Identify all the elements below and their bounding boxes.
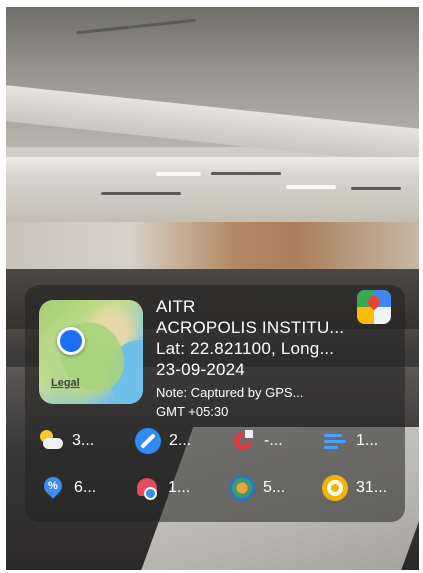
altitude-globe-icon — [229, 475, 255, 501]
wind-icon — [322, 428, 348, 454]
map-legal-link[interactable]: Legal — [51, 377, 80, 389]
google-maps-icon[interactable] — [357, 290, 391, 324]
ceiling-fan — [101, 192, 181, 195]
heart-rate-value: 1... — [168, 479, 191, 496]
target-icon — [322, 475, 348, 501]
humidity-value: 6... — [74, 479, 97, 496]
location-coordinates: Lat: 22.821100, Long... — [156, 339, 335, 358]
humidity-icon: % — [40, 473, 66, 501]
weather-cloud-sun-icon — [38, 428, 64, 454]
compass-value: 2... — [169, 432, 192, 449]
capture-date: 23-09-2024 — [156, 360, 245, 379]
magnetic-widget: -... — [230, 428, 283, 454]
heart-rate-icon — [134, 475, 160, 501]
accuracy-value: 31... — [356, 479, 388, 496]
accuracy-widget: 31... — [322, 475, 387, 501]
magnet-icon — [230, 428, 256, 454]
ceiling-fan — [211, 172, 281, 175]
capture-note: Note: Captured by GPS... — [156, 385, 304, 400]
altitude-widget: 5... — [229, 475, 285, 501]
compass-icon — [135, 428, 161, 454]
wind-value: 1... — [356, 432, 379, 449]
altitude-value: 5... — [263, 479, 286, 496]
location-address: ACROPOLIS INSTITU... — [156, 318, 345, 337]
weather-value: 3... — [72, 432, 95, 449]
weather-widget: 3... — [38, 428, 94, 454]
magnetic-value: -... — [264, 432, 283, 449]
location-name: AITR — [156, 297, 196, 316]
heart-rate-widget: 1... — [134, 475, 190, 501]
ceiling-light — [286, 185, 336, 189]
humidity-widget: % 6... — [40, 473, 97, 501]
location-pin-icon — [57, 327, 85, 355]
ceiling-fan — [351, 187, 401, 190]
timezone-label: GMT +05:30 — [156, 404, 229, 419]
wind-widget: 1... — [322, 428, 378, 454]
map-thumbnail[interactable]: Legal — [39, 300, 143, 404]
compass-widget: 2... — [135, 428, 191, 454]
photo-beam-lower — [6, 157, 419, 179]
ceiling-light — [156, 172, 201, 176]
